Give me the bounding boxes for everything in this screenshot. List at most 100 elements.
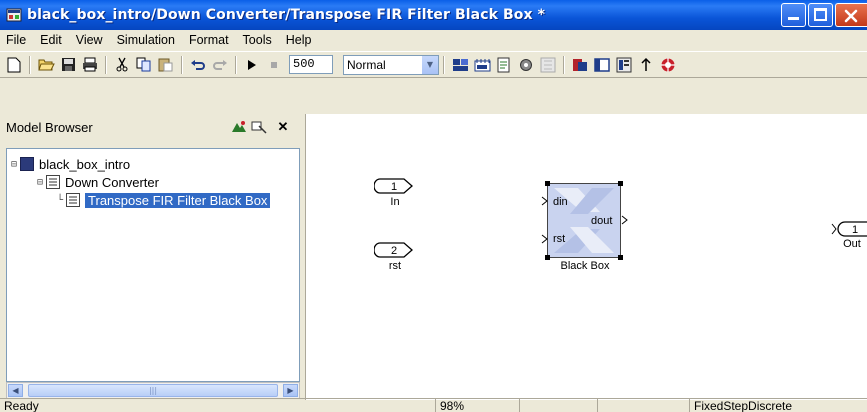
- menu-simulation[interactable]: Simulation: [110, 33, 182, 47]
- debugger-button[interactable]: [658, 55, 678, 75]
- arrow-up-icon: [641, 57, 651, 71]
- model-browser-pane-button[interactable]: [614, 55, 634, 75]
- model-browser-toggle[interactable]: [592, 55, 612, 75]
- open-button[interactable]: [36, 55, 56, 75]
- maximize-icon: [814, 8, 827, 21]
- save-button[interactable]: [58, 55, 78, 75]
- title-bar: black_box_intro/Down Converter/Transpose…: [0, 0, 867, 30]
- close-browser-button[interactable]: ✕: [274, 118, 292, 136]
- copy-button[interactable]: [134, 55, 154, 75]
- status-message: Ready: [0, 399, 436, 412]
- black-box-label: Black Box: [560, 260, 610, 272]
- subsystem-icon: [66, 193, 81, 207]
- collapse-icon[interactable]: ⊟: [37, 177, 43, 188]
- inport-block-2[interactable]: 2: [374, 241, 416, 259]
- block-input-din: din: [553, 196, 568, 208]
- tree-item-label: black_box_intro: [39, 156, 131, 172]
- output-port-arrow-icon: [621, 215, 628, 225]
- close-icon: ✕: [277, 119, 289, 134]
- menu-view[interactable]: View: [69, 33, 110, 47]
- debug-button[interactable]: [516, 55, 536, 75]
- outport-1-number: 1: [852, 224, 858, 236]
- model-tree[interactable]: ⊟ black_box_intro ⊟ Down Converter └ Tra…: [6, 148, 300, 382]
- status-cell-empty: [520, 399, 598, 412]
- show-library-links-button[interactable]: [230, 118, 248, 136]
- outport-block-1[interactable]: 1: [831, 220, 867, 238]
- go-to-parent-button[interactable]: [636, 55, 656, 75]
- scroll-thumb[interactable]: |||: [28, 384, 278, 397]
- close-button[interactable]: [835, 3, 867, 27]
- cut-button[interactable]: [112, 55, 132, 75]
- inport-1-number: 1: [391, 181, 397, 193]
- explorer-icon: [497, 57, 510, 72]
- build-icon: [452, 58, 468, 71]
- start-simulation-button[interactable]: [242, 55, 262, 75]
- tree-item-label: Transpose FIR Filter Black Box: [85, 192, 271, 208]
- stop-time-input[interactable]: 500: [289, 55, 333, 74]
- stop-simulation-button[interactable]: [264, 55, 284, 75]
- scroll-left-button[interactable]: ◀: [8, 384, 23, 397]
- selection-handle[interactable]: [545, 181, 550, 186]
- black-box-block[interactable]: din rst dout: [547, 183, 621, 258]
- stop-icon: [271, 61, 277, 68]
- tree-item-label: Down Converter: [65, 174, 159, 190]
- toolbar-separator: [29, 55, 31, 74]
- menu-edit[interactable]: Edit: [33, 33, 69, 47]
- input-port-arrow-icon: [541, 234, 548, 244]
- horizontal-scrollbar[interactable]: ◀ ||| ▶: [6, 382, 300, 399]
- library-icon: [540, 57, 556, 72]
- new-model-button[interactable]: [4, 55, 24, 75]
- inport-block-1[interactable]: 1: [374, 177, 416, 195]
- close-icon: [844, 9, 858, 23]
- tree-item-black-box-intro[interactable]: ⊟ black_box_intro: [11, 155, 130, 173]
- library-link-icon: [232, 121, 246, 132]
- library-browser-button[interactable]: [570, 55, 590, 75]
- minimize-button[interactable]: [781, 3, 806, 27]
- update-diagram-button[interactable]: [472, 55, 492, 75]
- outport-1-label: Out: [843, 238, 861, 250]
- toolbar: 500 Normal ▼: [0, 51, 867, 78]
- menu-format[interactable]: Format: [182, 33, 236, 47]
- simulation-mode-select[interactable]: Normal ▼: [343, 54, 439, 75]
- browser-icon: [594, 57, 610, 72]
- model-browser-pane: Model Browser ✕ ⊟ black_box_intro ⊟ Down…: [0, 114, 303, 400]
- paste-button[interactable]: [156, 55, 176, 75]
- inport-2-number: 2: [391, 245, 397, 257]
- show-masked-subsystems-button[interactable]: [250, 118, 268, 136]
- scissors-icon: [116, 57, 128, 72]
- simulink-model-icon[interactable]: [6, 7, 22, 23]
- folder-icon: [37, 59, 55, 71]
- model-icon: [20, 157, 35, 171]
- status-cell-empty: [598, 399, 690, 412]
- window-title: black_box_intro/Down Converter/Transpose…: [27, 7, 546, 23]
- build-button[interactable]: [450, 55, 470, 75]
- model-explorer-button[interactable]: [494, 55, 514, 75]
- chevron-down-icon[interactable]: ▼: [421, 55, 438, 74]
- undo-icon: [191, 59, 205, 70]
- diagram-icon: [474, 58, 490, 71]
- inport-1-label: In: [390, 196, 400, 208]
- model-browser-header: Model Browser ✕: [0, 113, 303, 147]
- gear-icon: [520, 58, 532, 71]
- collapse-icon[interactable]: ⊟: [11, 159, 17, 170]
- menu-bar: File Edit View Simulation Format Tools H…: [0, 30, 867, 50]
- menu-tools[interactable]: Tools: [236, 33, 279, 47]
- redo-button[interactable]: [210, 55, 230, 75]
- undo-button[interactable]: [188, 55, 208, 75]
- solver-name: FixedStepDiscrete: [694, 399, 793, 412]
- menu-file[interactable]: File: [0, 33, 33, 47]
- block-input-rst: rst: [553, 233, 566, 245]
- save-icon: [61, 58, 75, 71]
- maximize-button[interactable]: [808, 3, 833, 27]
- library-button[interactable]: [538, 55, 558, 75]
- menu-help[interactable]: Help: [279, 33, 319, 47]
- zoom-level: 98%: [436, 399, 520, 412]
- print-button[interactable]: [80, 55, 100, 75]
- scroll-right-button[interactable]: ▶: [283, 384, 298, 397]
- selection-handle[interactable]: [618, 181, 623, 186]
- toolbar-separator: [181, 55, 183, 74]
- tree-item-down-converter[interactable]: ⊟ Down Converter: [37, 173, 159, 191]
- new-document-icon: [7, 57, 21, 72]
- diagram-canvas[interactable]: 1 In 2 rst din rst dout Black Box 1 Out: [305, 114, 867, 400]
- tree-item-transpose-fir-filter[interactable]: └ Transpose FIR Filter Black Box: [57, 191, 271, 209]
